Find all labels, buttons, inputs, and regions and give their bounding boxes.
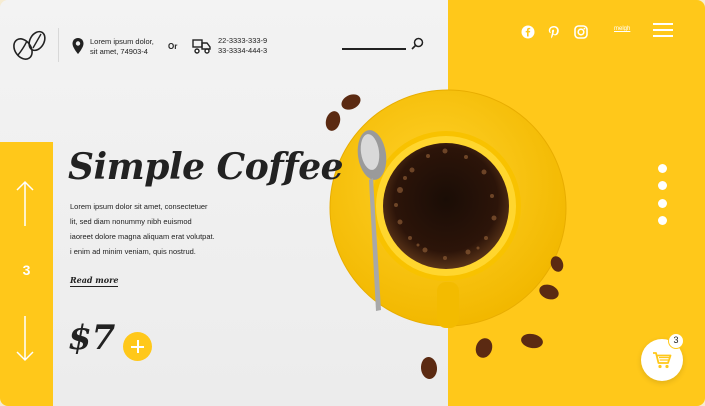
slide-dot-1[interactable] [658,164,667,173]
pinterest-icon[interactable] [547,25,561,39]
hero-title: Simple Coffee [68,146,344,188]
address-line-1: Lorem ipsum dolor, [90,37,154,46]
hero-description: Lorem ipsum dolor sit amet, consectetuer… [70,199,300,259]
instagram-icon[interactable] [574,25,588,39]
desc-line: iaoreet dolore magna aliquam erat volutp… [70,232,215,241]
slide-dot-3[interactable] [658,199,667,208]
desc-line: lit, sed diam nonummy nibh euismod [70,217,192,226]
page: Lorem ipsum dolor, sit amet, 74903-4 Or … [0,0,705,406]
add-to-cart-button[interactable] [123,332,152,361]
desc-line: i enim ad minim veniam, quis nostrud. [70,247,196,256]
coffee-bean-logo-icon[interactable] [12,28,48,62]
slide-dot-4[interactable] [658,216,667,225]
location-pin-icon [72,38,84,54]
cart-count-badge: 3 [668,333,684,349]
or-label: Or [168,42,178,51]
facebook-icon[interactable] [521,25,535,39]
address-text: Lorem ipsum dolor, sit amet, 74903-4 [90,37,154,57]
phone-2[interactable]: 33-3334-444-3 [218,46,267,56]
shopping-cart-icon [653,352,672,369]
address-line-2: sit amet, 74903-4 [90,47,148,56]
phone-numbers: 22-3333-333-9 33-3334-444-3 [218,36,267,56]
phone-1[interactable]: 22-3333-333-9 [218,36,267,46]
delivery-scooter-icon [192,39,211,54]
language-selector[interactable]: melgh [614,26,630,32]
hamburger-menu-icon[interactable] [653,23,673,37]
search-input[interactable] [342,48,406,50]
read-more-link[interactable]: Read more [70,275,119,287]
search-icon[interactable] [411,37,424,50]
slide-pager: 3 [0,142,53,406]
desc-line: Lorem ipsum dolor sit amet, consectetuer [70,202,208,211]
price: $7 [68,318,116,358]
arrow-up-icon[interactable] [15,180,35,228]
slide-dot-2[interactable] [658,181,667,190]
current-slide-number: 3 [22,262,31,278]
header-divider [58,28,59,62]
arrow-down-icon[interactable] [15,314,35,362]
